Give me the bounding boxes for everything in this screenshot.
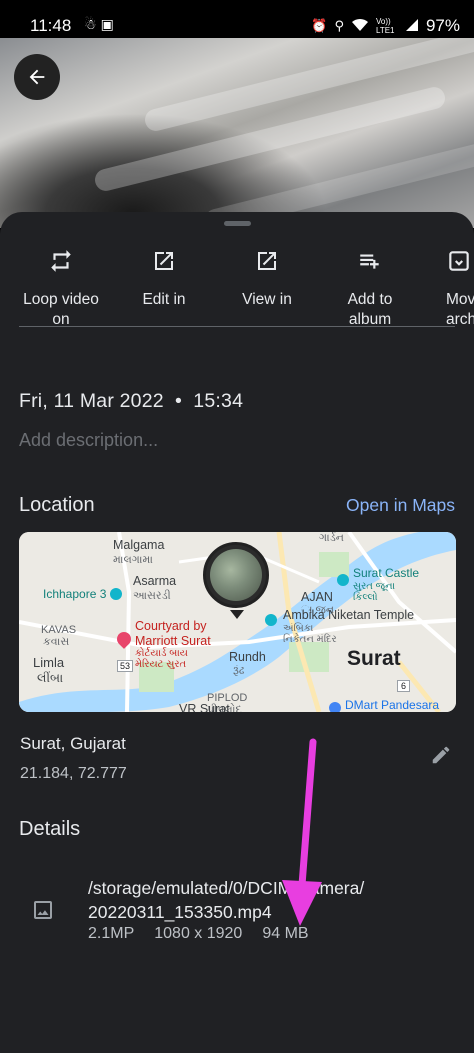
notification-icon: ☃	[84, 16, 101, 32]
coordinates: 21.184, 72.777	[20, 765, 127, 782]
map-label: Ambika Niketan Temple	[283, 608, 415, 622]
temple-pin-icon	[265, 614, 277, 626]
map-label: Marriott Surat	[135, 634, 211, 648]
divider	[19, 326, 455, 327]
edit-pencil-icon	[432, 746, 450, 764]
loop-video-button[interactable]: Loop video on	[9, 244, 113, 330]
marker-tail	[230, 610, 244, 619]
move-to-archive-button[interactable]: Mov arch	[421, 244, 474, 330]
playlist-add-icon	[360, 254, 379, 269]
map-label: Limla	[33, 655, 65, 670]
battery-level: 97%	[425, 16, 460, 35]
map-label: Courtyard by	[135, 619, 207, 633]
view-in-button[interactable]: View in	[215, 244, 319, 310]
map-label: લીંબા	[37, 671, 64, 685]
map-label: Malgama	[113, 538, 165, 552]
wifi-icon	[351, 18, 369, 35]
date-time: Fri, 11 Mar 2022 • 15:34	[19, 390, 244, 412]
map-label: KAVAS	[41, 624, 77, 636]
action-row: Loop video on Edit in View in Add to alb…	[0, 244, 474, 334]
add-to-album-label: Add to album	[347, 291, 393, 328]
map-label: Ichhapore 3	[43, 587, 107, 601]
map-label: Surat Castle	[353, 566, 420, 580]
map-label: રૂંઢ	[233, 665, 245, 677]
location-icon: ⚲	[334, 18, 344, 33]
view-in-label: View in	[242, 291, 292, 308]
edit-location-button[interactable]	[428, 742, 454, 768]
map-label: સુરત જૂના કિલ્લો	[353, 581, 396, 603]
open-in-maps-link[interactable]: Open in Maps	[346, 495, 455, 516]
photo-location-marker	[203, 542, 269, 608]
details-heading: Details	[19, 818, 81, 840]
map-label: DMart Pandesara	[345, 698, 440, 712]
file-path: /storage/emulated/0/DCIM/Camera/ 2022031…	[88, 878, 365, 922]
resolution: 1080 x 1920	[154, 925, 243, 942]
open-external-icon	[258, 252, 276, 270]
file-size: 94 MB	[262, 925, 309, 942]
status-time: 11:48	[30, 16, 72, 35]
place-pin-icon	[110, 588, 122, 600]
shop-pin-icon	[329, 702, 341, 712]
drag-handle[interactable]	[224, 221, 251, 226]
map-label: માલગામા	[113, 554, 153, 566]
place-name: Surat, Gujarat	[20, 734, 126, 753]
map-label: Rundh	[229, 650, 266, 664]
move-to-archive-label: Mov arch	[446, 291, 474, 328]
status-icons: ⏰ ⚲ Vo)) LTE1 97%	[311, 16, 460, 36]
map-label: અંબિકા નિકેતન મંદિર	[283, 623, 337, 645]
map-city-label: Surat	[347, 647, 401, 670]
back-button[interactable]	[14, 54, 60, 100]
volte-icon: Vo)) LTE1	[375, 17, 395, 35]
map-label: ગાર્ડન	[319, 532, 344, 544]
add-to-album-button[interactable]: Add to album	[318, 244, 422, 330]
location-map[interactable]: Malgama માલગામા Asarma આસરડી Ichhapore 3…	[19, 532, 456, 712]
megapixels: 2.1MP	[88, 925, 135, 942]
signal-icon	[405, 18, 419, 35]
info-sheet: Loop video on Edit in View in Add to alb…	[0, 212, 474, 1053]
description-field[interactable]: Add description...	[19, 430, 158, 451]
edit-in-button[interactable]: Edit in	[112, 244, 216, 310]
alarm-icon: ⏰	[311, 18, 328, 33]
loop-video-label: Loop video on	[23, 291, 99, 328]
map-label: કવાસ	[43, 636, 70, 648]
archive-icon	[449, 251, 469, 271]
screenshot-icon: ▣	[100, 16, 118, 32]
file-metadata: 2.1MP 1080 x 1920 94 MB	[88, 925, 309, 943]
map-label: આસરડી	[133, 590, 171, 602]
arrow-back-icon	[29, 69, 45, 85]
photo-preview[interactable]	[0, 38, 474, 228]
map-label: AJAN	[301, 590, 333, 604]
map-label: કોર્ટયાર્ડ બાય મેરિયટ સુરત	[135, 648, 188, 670]
location-heading: Location	[19, 494, 95, 516]
open-external-icon	[155, 252, 173, 270]
map-label: VR Surat	[179, 702, 230, 712]
edit-in-label: Edit in	[142, 291, 186, 308]
road-shield: 53	[117, 660, 134, 672]
loop-icon	[51, 250, 71, 272]
image-icon	[29, 896, 57, 924]
map-label: Asarma	[133, 574, 177, 588]
notification-icons: ☃▣	[84, 16, 118, 33]
place-pin-icon	[337, 574, 349, 586]
road-shield: 6	[397, 680, 411, 692]
